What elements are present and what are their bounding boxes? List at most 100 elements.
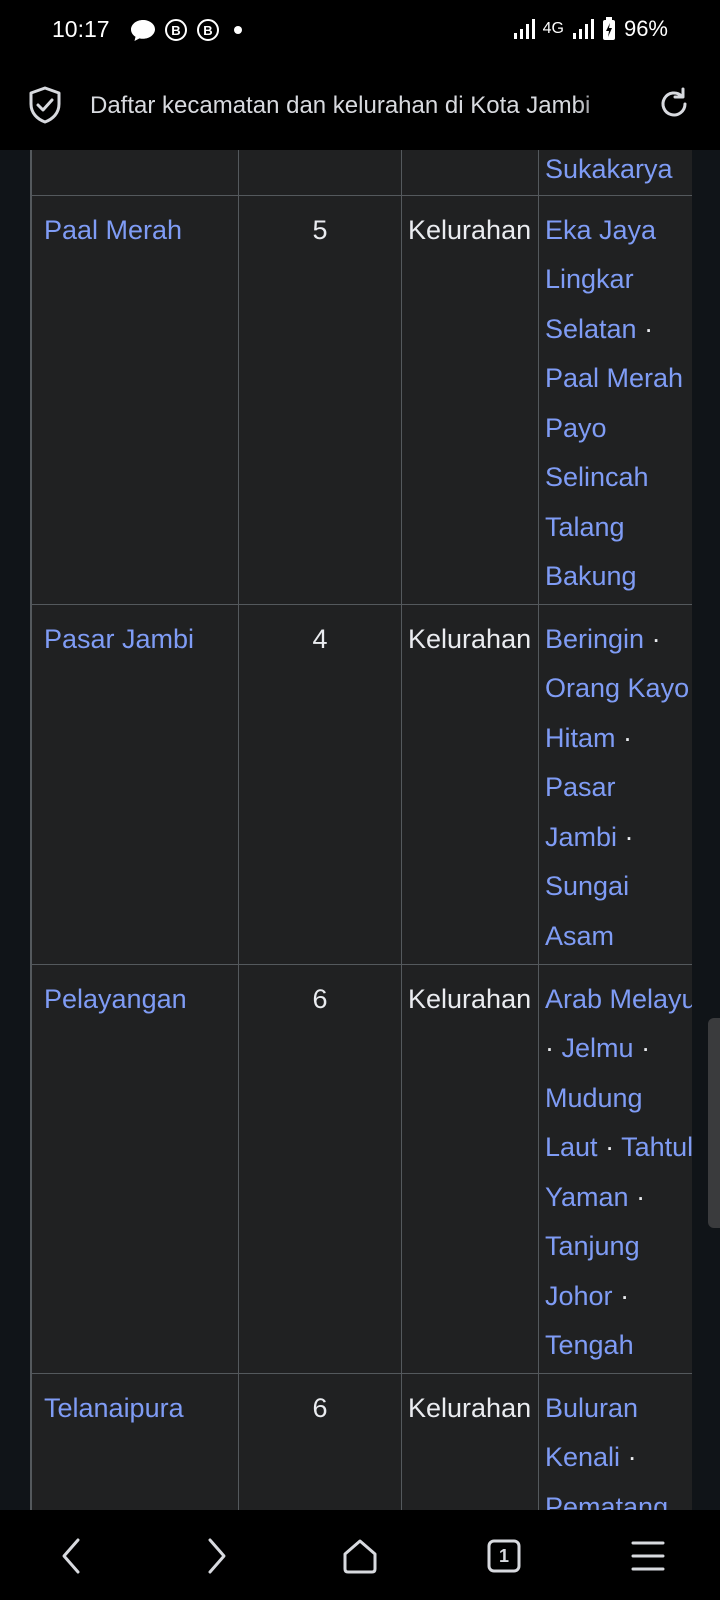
district-link[interactable]: Pasar Jambi [44,624,194,654]
menu-icon [631,1541,665,1571]
page-content[interactable]: Sukakarya Paal Merah 5 Kelurahan Eka Jay… [0,150,720,1510]
battery-percent: 96% [623,16,668,41]
page-title[interactable]: Daftar kecamatan dan kelurahan di Kota J… [90,92,630,120]
village-link[interactable]: Beringin [545,624,644,654]
separator-dot: · [624,821,634,852]
separator-dot: · [636,1181,646,1212]
count-cell: 6 [238,963,402,1374]
district-cell: Telanaipura [31,1372,239,1510]
village-link[interactable]: Kenali [545,1442,620,1472]
village-list-cell: Arab Melayu · Jelmu · Mudung Laut · Taht… [538,963,692,1374]
signal-icon [572,19,594,39]
village-link[interactable]: Jambi [545,822,617,852]
village-link[interactable]: Tahtul [621,1132,692,1162]
village-link[interactable]: Eka Jaya [545,215,656,245]
district-link[interactable]: Pelayangan [44,984,187,1014]
village-link[interactable]: Arab Melayu [545,984,692,1014]
notification-icons: B B [130,18,248,42]
table-row: Pasar Jambi 4 Kelurahan Beringin · Orang… [31,603,692,965]
district-cell: Pasar Jambi [31,603,239,965]
forward-icon [208,1538,226,1574]
reload-icon[interactable] [656,86,692,122]
count-cell: 6 [238,1372,402,1510]
chat-bubble-icon [131,20,155,41]
type-cell: Kelurahan [401,963,539,1374]
village-link[interactable]: Yaman [545,1182,629,1212]
type-cell: Kelurahan [401,603,539,965]
village-link[interactable]: Laut [545,1132,598,1162]
shield-check-icon[interactable] [28,86,62,124]
back-icon [62,1538,80,1574]
village-link[interactable]: Selincah [545,462,649,492]
village-link[interactable]: Orang Kayo [545,673,689,703]
svg-text:B: B [171,23,180,38]
kecamatan-table: Sukakarya Paal Merah 5 Kelurahan Eka Jay… [31,150,692,1510]
b-circle-icon: B [165,19,187,41]
network-type: 4G [542,20,564,37]
village-link[interactable]: Asam [545,921,614,951]
village-link[interactable]: Hitam [545,723,616,753]
status-bar: 10:17 B B 4G 96% [0,0,720,62]
village-link[interactable]: Bakung [545,561,637,591]
status-right: 4G 96% [513,16,668,42]
village-link[interactable]: Tengah [545,1330,634,1360]
tab-count: 1 [498,1545,509,1566]
village-list-cell: Eka Jaya Lingkar Selatan · Paal Merah Pa… [538,194,692,605]
type-cell: Kelurahan [401,194,539,605]
forward-button[interactable] [190,1530,242,1582]
svg-text:B: B [203,23,212,38]
scrollbar-thumb[interactable] [708,1018,720,1228]
tabs-button[interactable]: 1 [478,1530,530,1582]
separator-dot: · [627,1442,637,1472]
status-time: 10:17 [52,16,110,42]
separator-dot: · [545,1033,554,1063]
home-button[interactable] [334,1530,386,1582]
b-circle-icon: B [197,19,219,41]
back-button[interactable] [46,1530,98,1582]
district-link[interactable]: Telanaipura [44,1393,184,1423]
district-cell: Pelayangan [31,963,239,1374]
separator-dot: · [620,1280,630,1311]
count-cell: 4 [238,603,402,965]
table-row: Sukakarya [31,150,692,196]
village-link[interactable]: Tanjung [545,1231,640,1261]
district-cell: Paal Merah [31,194,239,605]
signal-icon [513,19,535,39]
separator-dot: · [651,623,661,654]
separator-dot: · [644,313,654,344]
table-cell [401,150,539,196]
browser-nav-bar: 1 [0,1510,720,1600]
village-link[interactable]: Selatan [545,314,637,344]
village-link[interactable]: Johor [545,1281,613,1311]
battery-charging-icon [602,17,615,40]
type-cell: Kelurahan [401,1372,539,1510]
village-list-cell: Beringin · Orang Kayo Hitam · Pasar Jamb… [538,603,692,965]
district-link[interactable]: Paal Merah [44,215,182,245]
village-link[interactable]: Buluran [545,1393,638,1423]
village-link[interactable]: Paal Merah [545,363,683,393]
village-link[interactable]: Talang [545,512,625,542]
separator-dot: · [605,1132,615,1162]
village-list-cell: Buluran Kenali · Pematang [538,1372,692,1511]
table-row: Paal Merah 5 Kelurahan Eka Jaya Lingkar … [31,194,692,605]
village-link[interactable]: Pasar [545,772,616,802]
village-link[interactable]: Sungai [545,871,629,901]
village-link[interactable]: Mudung [545,1083,643,1113]
table-viewport[interactable]: Sukakarya Paal Merah 5 Kelurahan Eka Jay… [30,150,692,1510]
home-icon [343,1539,377,1574]
village-link[interactable]: Jelmu [562,1033,634,1063]
village-link[interactable]: Payo [545,413,607,443]
table-cell [31,150,239,196]
menu-button[interactable] [622,1530,674,1582]
address-bar[interactable]: Daftar kecamatan dan kelurahan di Kota J… [0,62,720,150]
table-cell [238,150,402,196]
table-cell: Sukakarya [538,150,692,196]
count-cell: 5 [238,194,402,605]
village-link[interactable]: Lingkar [545,264,634,294]
village-link[interactable]: Pematang [545,1492,668,1511]
village-link[interactable]: Sukakarya [545,154,673,184]
dot-icon [234,26,242,34]
separator-dot: · [623,722,633,753]
table-row: Telanaipura 6 Kelurahan Buluran Kenali ·… [31,1372,692,1511]
separator-dot: · [641,1033,651,1063]
